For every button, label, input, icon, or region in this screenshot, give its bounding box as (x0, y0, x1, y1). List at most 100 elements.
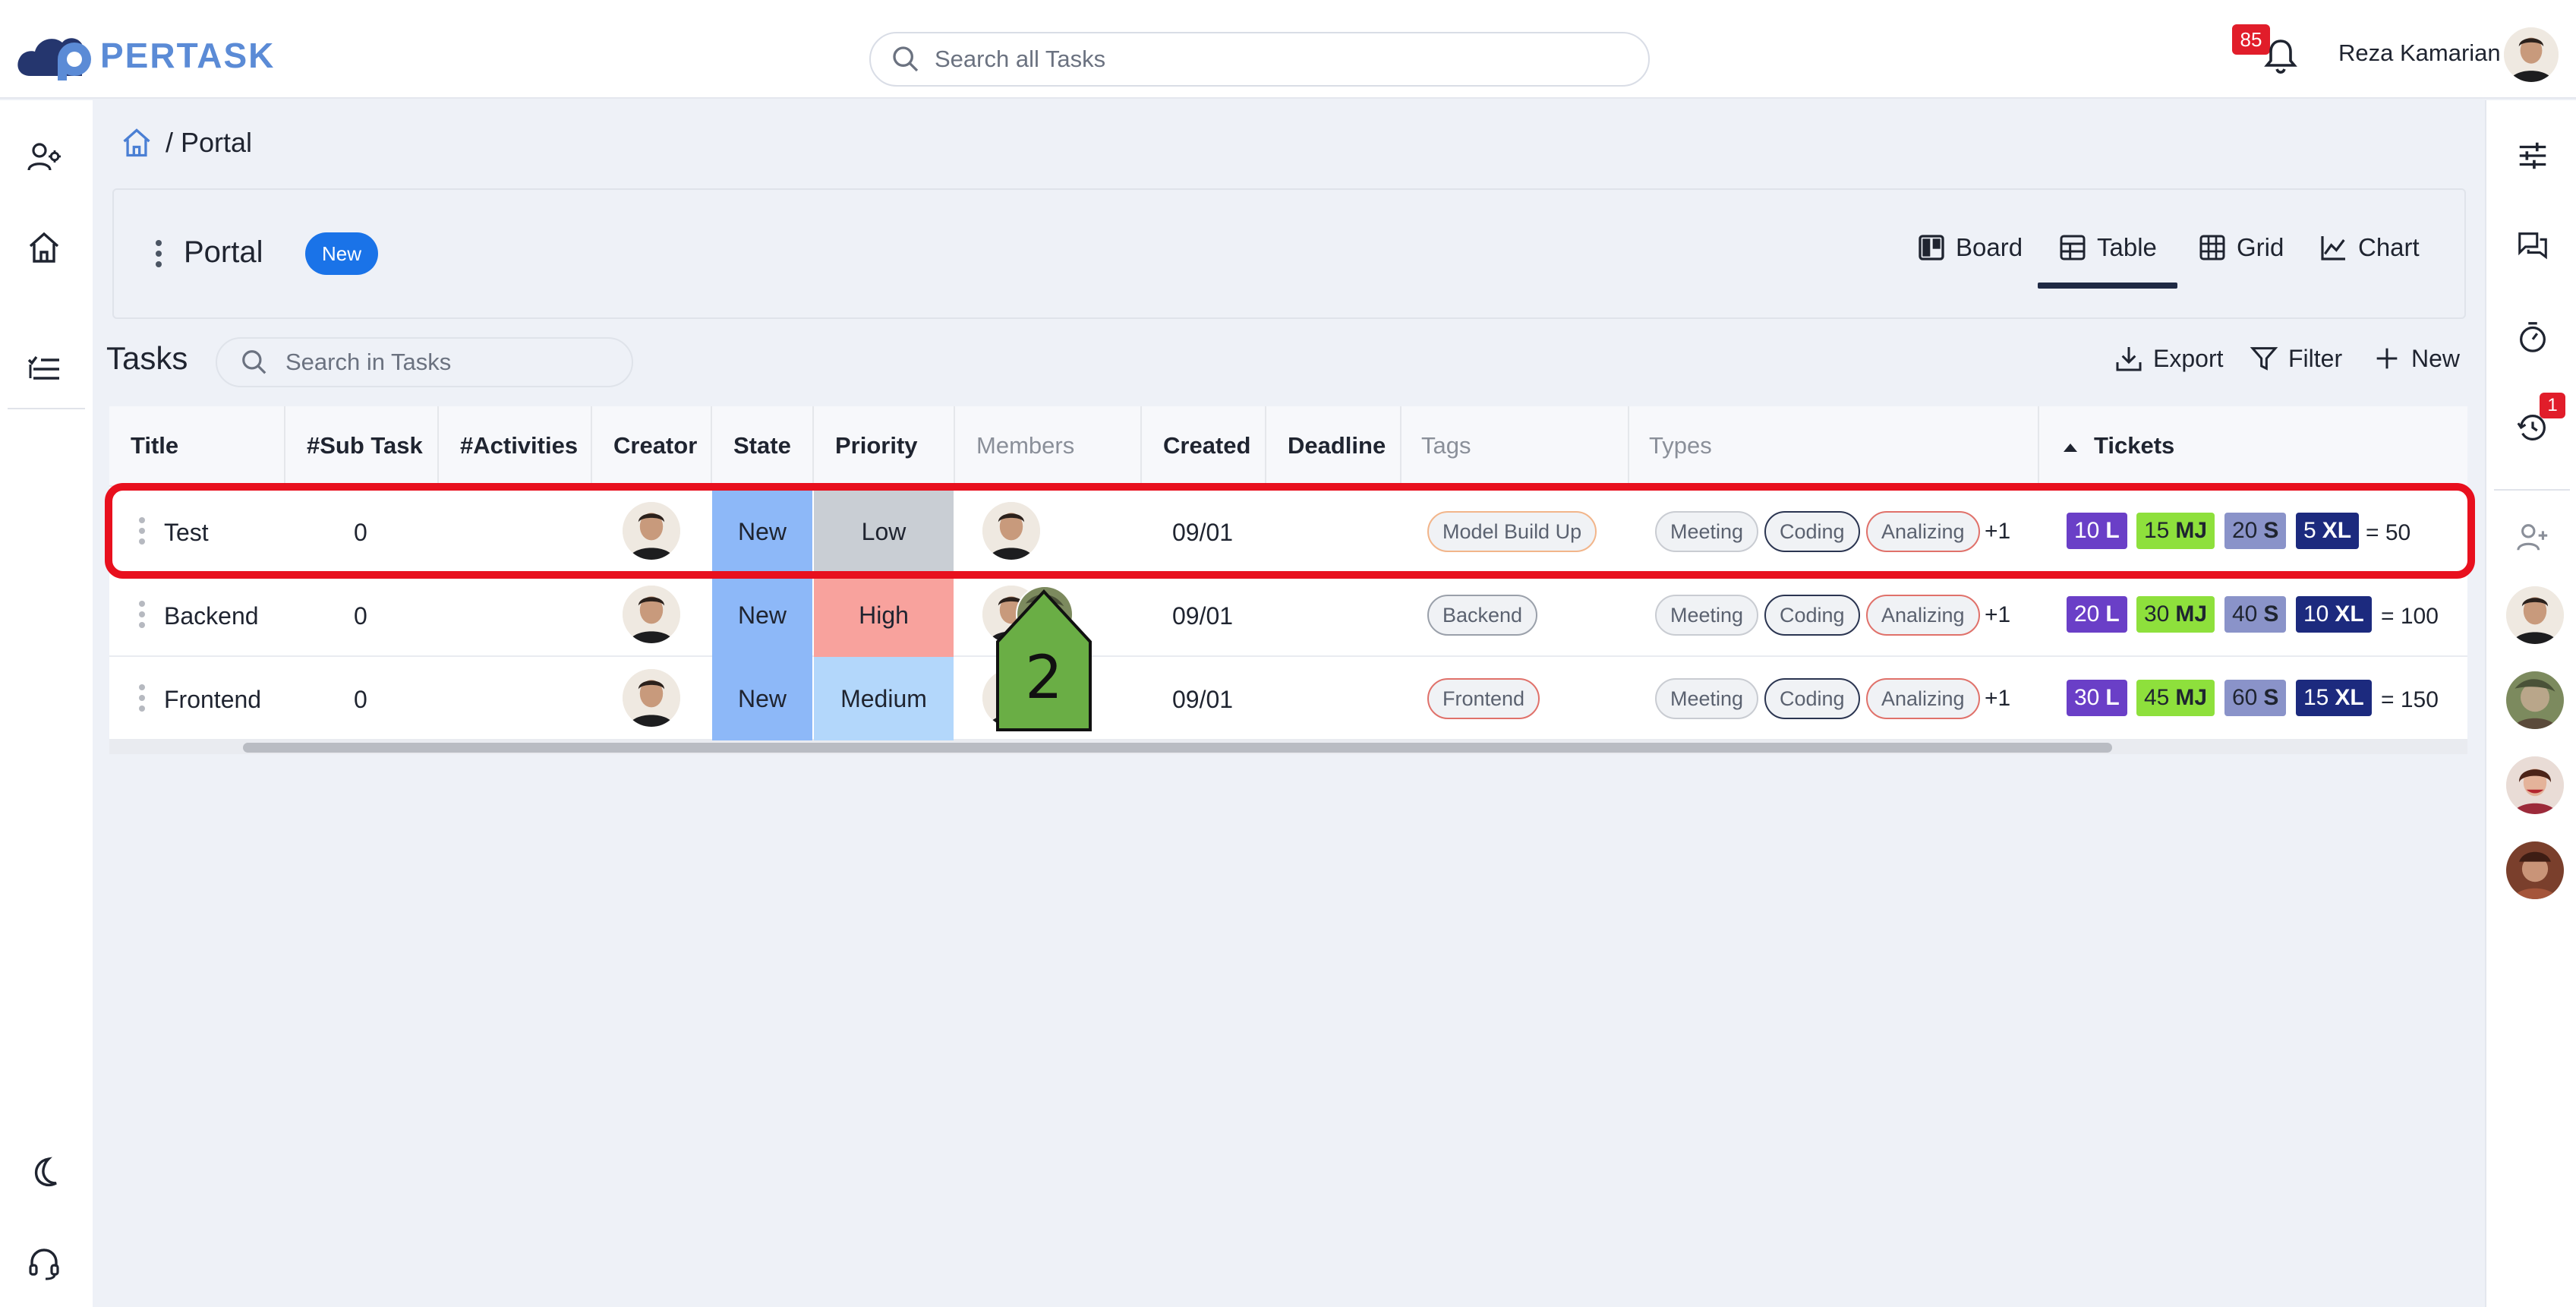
row-drag-handle-icon[interactable] (138, 517, 146, 548)
filter-label: Filter (2288, 344, 2343, 372)
column-header-types[interactable]: Types (1649, 432, 1712, 459)
stopwatch-timer-icon[interactable] (2515, 319, 2550, 354)
support-headset-icon[interactable] (26, 1245, 62, 1282)
type-chip[interactable]: Analizing (1866, 511, 1980, 552)
ticket-total: = 150 (2381, 687, 2439, 712)
type-chip[interactable]: Coding (1764, 511, 1860, 552)
type-chip[interactable]: Meeting (1655, 511, 1759, 552)
new-task-label: New (2411, 344, 2461, 372)
column-header-tickets[interactable]: Tickets (2094, 432, 2174, 459)
column-header-created[interactable]: Created (1163, 432, 1250, 459)
table-row[interactable]: Frontend 0 New Medium 09/01 Frontend Mee… (109, 657, 2467, 740)
more-types-count[interactable]: +1 (1985, 602, 2010, 628)
column-header-tags[interactable]: Tags (1421, 432, 1471, 459)
tab-chart[interactable]: Chart (2319, 232, 2420, 263)
column-header-activities[interactable]: #Activities (460, 432, 578, 459)
tag-chip[interactable]: Model Build Up (1427, 511, 1597, 552)
sort-ascending-icon[interactable] (2062, 441, 2079, 453)
project-menu-kebab-icon[interactable] (155, 240, 162, 270)
chat-comments-icon[interactable] (2515, 228, 2550, 263)
table-row[interactable]: Test 0 New Low 09/01 Model Build Up Meet… (109, 490, 2467, 573)
type-chip[interactable]: Analizing (1866, 678, 1980, 719)
member-avatar[interactable] (2506, 756, 2564, 814)
global-search-input[interactable]: Search all Tasks (869, 32, 1650, 87)
column-header-creator[interactable]: Creator (613, 432, 697, 459)
column-header-deadline[interactable]: Deadline (1288, 432, 1386, 459)
creator-avatar[interactable] (623, 586, 680, 643)
home-breadcrumb-icon[interactable] (120, 126, 153, 159)
project-title: Portal (184, 235, 263, 269)
member-avatar[interactable] (2506, 841, 2564, 899)
user-settings-icon[interactable] (26, 138, 62, 175)
user-name[interactable]: Reza Kamarian (2338, 39, 2501, 67)
tab-board-label: Board (1956, 233, 2023, 261)
chart-icon (2321, 236, 2345, 260)
column-header-state[interactable]: State (733, 432, 791, 459)
priority-cell[interactable]: Low (814, 490, 954, 573)
member-avatar[interactable] (982, 502, 1040, 560)
tab-grid[interactable]: Grid (2197, 232, 2284, 263)
column-header-sub-task[interactable]: #Sub Task (307, 432, 423, 459)
column-header-title[interactable]: Title (131, 432, 178, 459)
user-avatar[interactable] (2504, 27, 2559, 82)
ticket-chip-xl: 5 XL (2296, 513, 2360, 549)
state-cell[interactable]: New (712, 573, 812, 657)
sub-task-count: 0 (354, 519, 367, 546)
global-search-placeholder: Search all Tasks (935, 46, 1106, 72)
add-member-icon[interactable] (2515, 519, 2550, 554)
row-drag-handle-icon[interactable] (138, 684, 146, 715)
sliders-settings-icon[interactable] (2515, 138, 2550, 173)
grid-icon (2199, 235, 2225, 260)
ticket-chip-xl: 10 XL (2296, 596, 2372, 633)
status-badge: New (305, 232, 379, 275)
ticket-total: = 100 (2381, 604, 2439, 629)
plus-icon (2376, 348, 2398, 369)
new-task-button[interactable]: New (2372, 343, 2460, 374)
tab-board[interactable]: Board (1916, 232, 2023, 263)
task-title[interactable]: Backend (164, 602, 259, 630)
horizontal-scrollbar-thumb[interactable] (243, 743, 2112, 753)
table-icon (2060, 235, 2086, 260)
right-sidebar: 1 (2485, 100, 2576, 1307)
type-chip[interactable]: Meeting (1655, 678, 1759, 719)
task-list-icon[interactable] (26, 351, 62, 387)
state-cell[interactable]: New (712, 490, 812, 573)
ticket-chip-s: 40 S (2224, 596, 2287, 633)
creator-avatar[interactable] (623, 502, 680, 560)
column-header-priority[interactable]: Priority (835, 432, 918, 459)
member-avatar[interactable] (2506, 671, 2564, 729)
home-icon[interactable] (26, 229, 62, 266)
type-chip[interactable]: Coding (1764, 595, 1860, 636)
sub-task-count: 0 (354, 686, 367, 713)
member-avatar[interactable] (2506, 586, 2564, 644)
created-date: 09/01 (1172, 602, 1234, 630)
type-chip[interactable]: Coding (1764, 678, 1860, 719)
row-drag-handle-icon[interactable] (138, 601, 146, 631)
creator-avatar[interactable] (623, 669, 680, 727)
tasks-search-input[interactable]: Search in Tasks (216, 337, 633, 387)
tag-chip[interactable]: Frontend (1427, 678, 1540, 719)
priority-cell[interactable]: High (814, 573, 954, 657)
task-title[interactable]: Frontend (164, 686, 261, 714)
column-header-members[interactable]: Members (976, 432, 1074, 459)
more-types-count[interactable]: +1 (1985, 519, 2010, 545)
table-row[interactable]: Backend 0 New High 09/01 Backend Meeting… (109, 573, 2467, 657)
type-chip[interactable]: Analizing (1866, 595, 1980, 636)
dark-mode-moon-icon[interactable] (26, 1154, 62, 1191)
task-title[interactable]: Test (164, 519, 209, 547)
filter-button[interactable]: Filter (2249, 343, 2342, 374)
state-cell[interactable]: New (712, 657, 812, 740)
active-tab-indicator (2038, 283, 2177, 289)
breadcrumb-current: Portal (181, 127, 253, 158)
export-button[interactable]: Export (2114, 343, 2223, 374)
tab-table[interactable]: Table (2057, 232, 2157, 263)
type-chip[interactable]: Meeting (1655, 595, 1759, 636)
tag-chip[interactable]: Backend (1427, 595, 1538, 636)
more-types-count[interactable]: +1 (1985, 686, 2010, 712)
priority-cell[interactable]: Medium (814, 657, 954, 740)
app-logo[interactable]: PERTASK (14, 29, 275, 82)
ticket-chip-xl: 15 XL (2296, 680, 2372, 716)
bell-icon[interactable] (2262, 36, 2299, 76)
download-icon (2116, 347, 2142, 371)
tasks-table: Title #Sub Task #Activities Creator Stat… (109, 406, 2467, 740)
